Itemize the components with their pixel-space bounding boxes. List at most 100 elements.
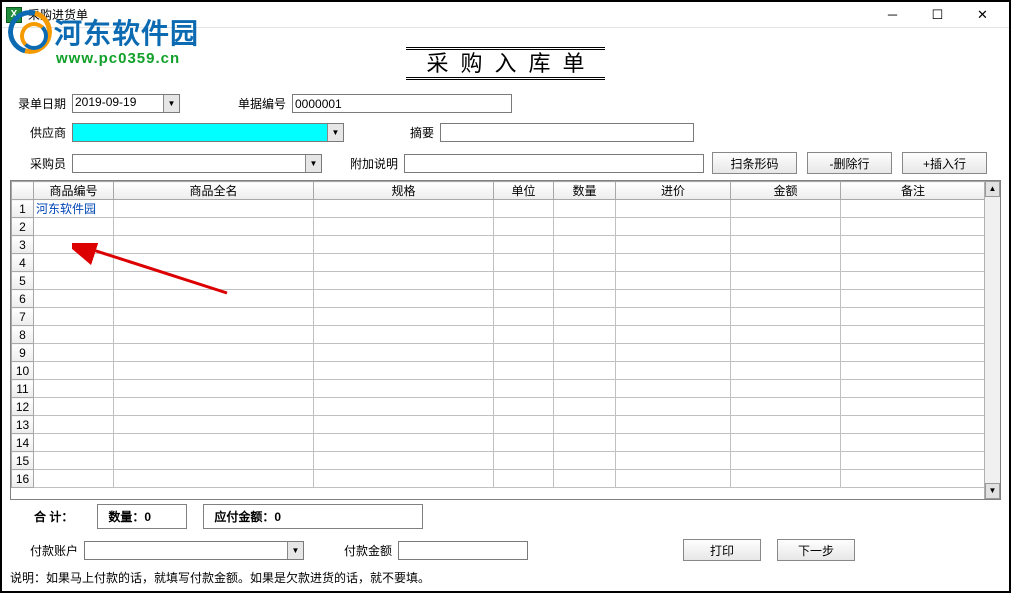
grid-cell[interactable] — [841, 218, 985, 236]
grid-cell[interactable] — [34, 254, 114, 272]
grid-cell[interactable] — [314, 236, 494, 254]
grid-cell[interactable] — [554, 218, 616, 236]
column-header[interactable]: 商品全名 — [114, 182, 314, 200]
print-button[interactable]: 打印 — [683, 539, 761, 561]
maximize-button[interactable]: ☐ — [915, 3, 960, 27]
table-row[interactable]: 13 — [12, 416, 985, 434]
grid-cell[interactable] — [841, 236, 985, 254]
grid-cell[interactable] — [841, 470, 985, 488]
grid-cell[interactable] — [554, 362, 616, 380]
supplier-combo[interactable]: ▼ — [72, 123, 344, 142]
grid-cell[interactable] — [494, 236, 554, 254]
table-row[interactable]: 6 — [12, 290, 985, 308]
grid-cell[interactable] — [616, 470, 731, 488]
table-row[interactable]: 8 — [12, 326, 985, 344]
grid-cell[interactable] — [34, 236, 114, 254]
scroll-down-icon[interactable]: ▼ — [985, 483, 1000, 499]
grid-cell[interactable] — [34, 218, 114, 236]
grid-cell[interactable] — [731, 380, 841, 398]
grid-cell[interactable] — [114, 380, 314, 398]
grid-cell[interactable] — [34, 416, 114, 434]
grid-cell[interactable] — [731, 272, 841, 290]
grid-cell[interactable] — [314, 308, 494, 326]
grid-cell[interactable]: 河东软件园 — [34, 200, 114, 218]
column-header[interactable]: 金额 — [731, 182, 841, 200]
docno-input[interactable] — [292, 94, 512, 113]
grid-cell[interactable] — [731, 326, 841, 344]
grid-cell[interactable] — [731, 416, 841, 434]
grid-cell[interactable] — [314, 380, 494, 398]
grid-cell[interactable] — [731, 398, 841, 416]
grid-cell[interactable] — [494, 380, 554, 398]
table-row[interactable]: 5 — [12, 272, 985, 290]
grid-cell[interactable] — [616, 344, 731, 362]
table-row[interactable]: 10 — [12, 362, 985, 380]
grid-cell[interactable] — [114, 254, 314, 272]
grid-cell[interactable] — [34, 344, 114, 362]
grid-cell[interactable] — [841, 344, 985, 362]
grid-cell[interactable] — [841, 416, 985, 434]
grid-cell[interactable] — [494, 470, 554, 488]
grid-cell[interactable] — [554, 236, 616, 254]
column-header[interactable]: 单位 — [494, 182, 554, 200]
grid-cell[interactable] — [616, 272, 731, 290]
items-grid[interactable]: 商品编号商品全名规格单位数量进价金额备注1河东软件园23456789101112… — [10, 180, 1001, 500]
grid-cell[interactable] — [314, 452, 494, 470]
grid-cell[interactable] — [554, 452, 616, 470]
grid-cell[interactable] — [314, 326, 494, 344]
grid-cell[interactable] — [841, 326, 985, 344]
grid-cell[interactable] — [616, 254, 731, 272]
grid-cell[interactable] — [494, 272, 554, 290]
grid-cell[interactable] — [114, 326, 314, 344]
grid-cell[interactable] — [616, 218, 731, 236]
grid-cell[interactable] — [34, 362, 114, 380]
grid-cell[interactable] — [731, 452, 841, 470]
grid-cell[interactable] — [34, 380, 114, 398]
grid-cell[interactable] — [114, 236, 314, 254]
scan-barcode-button[interactable]: 扫条形码 — [712, 152, 797, 174]
grid-cell[interactable] — [616, 362, 731, 380]
grid-cell[interactable] — [494, 362, 554, 380]
vertical-scrollbar[interactable]: ▲ ▼ — [984, 181, 1000, 499]
grid-cell[interactable] — [841, 434, 985, 452]
grid-cell[interactable] — [34, 308, 114, 326]
grid-cell[interactable] — [616, 434, 731, 452]
grid-cell[interactable] — [554, 434, 616, 452]
grid-cell[interactable] — [314, 290, 494, 308]
grid-cell[interactable] — [616, 398, 731, 416]
grid-cell[interactable] — [616, 380, 731, 398]
grid-cell[interactable] — [114, 290, 314, 308]
grid-cell[interactable] — [114, 362, 314, 380]
table-row[interactable]: 12 — [12, 398, 985, 416]
grid-cell[interactable] — [314, 362, 494, 380]
grid-cell[interactable] — [314, 434, 494, 452]
grid-cell[interactable] — [114, 344, 314, 362]
grid-cell[interactable] — [494, 452, 554, 470]
account-combo[interactable]: ▼ — [84, 541, 304, 560]
grid-cell[interactable] — [314, 470, 494, 488]
grid-cell[interactable] — [494, 290, 554, 308]
grid-cell[interactable] — [554, 200, 616, 218]
grid-cell[interactable] — [114, 416, 314, 434]
grid-cell[interactable] — [314, 272, 494, 290]
grid-cell[interactable] — [314, 416, 494, 434]
table-row[interactable]: 15 — [12, 452, 985, 470]
grid-cell[interactable] — [731, 236, 841, 254]
grid-cell[interactable] — [616, 452, 731, 470]
grid-cell[interactable] — [731, 470, 841, 488]
grid-cell[interactable] — [616, 326, 731, 344]
insert-row-button[interactable]: +插入行 — [902, 152, 987, 174]
grid-cell[interactable] — [731, 362, 841, 380]
delete-row-button[interactable]: -删除行 — [807, 152, 892, 174]
grid-cell[interactable] — [731, 308, 841, 326]
column-header[interactable]: 进价 — [616, 182, 731, 200]
grid-cell[interactable] — [616, 200, 731, 218]
grid-cell[interactable] — [314, 218, 494, 236]
grid-cell[interactable] — [494, 254, 554, 272]
grid-cell[interactable] — [841, 452, 985, 470]
grid-cell[interactable] — [34, 452, 114, 470]
grid-cell[interactable] — [554, 398, 616, 416]
grid-cell[interactable] — [314, 200, 494, 218]
minimize-button[interactable]: ─ — [870, 3, 915, 27]
grid-cell[interactable] — [114, 452, 314, 470]
